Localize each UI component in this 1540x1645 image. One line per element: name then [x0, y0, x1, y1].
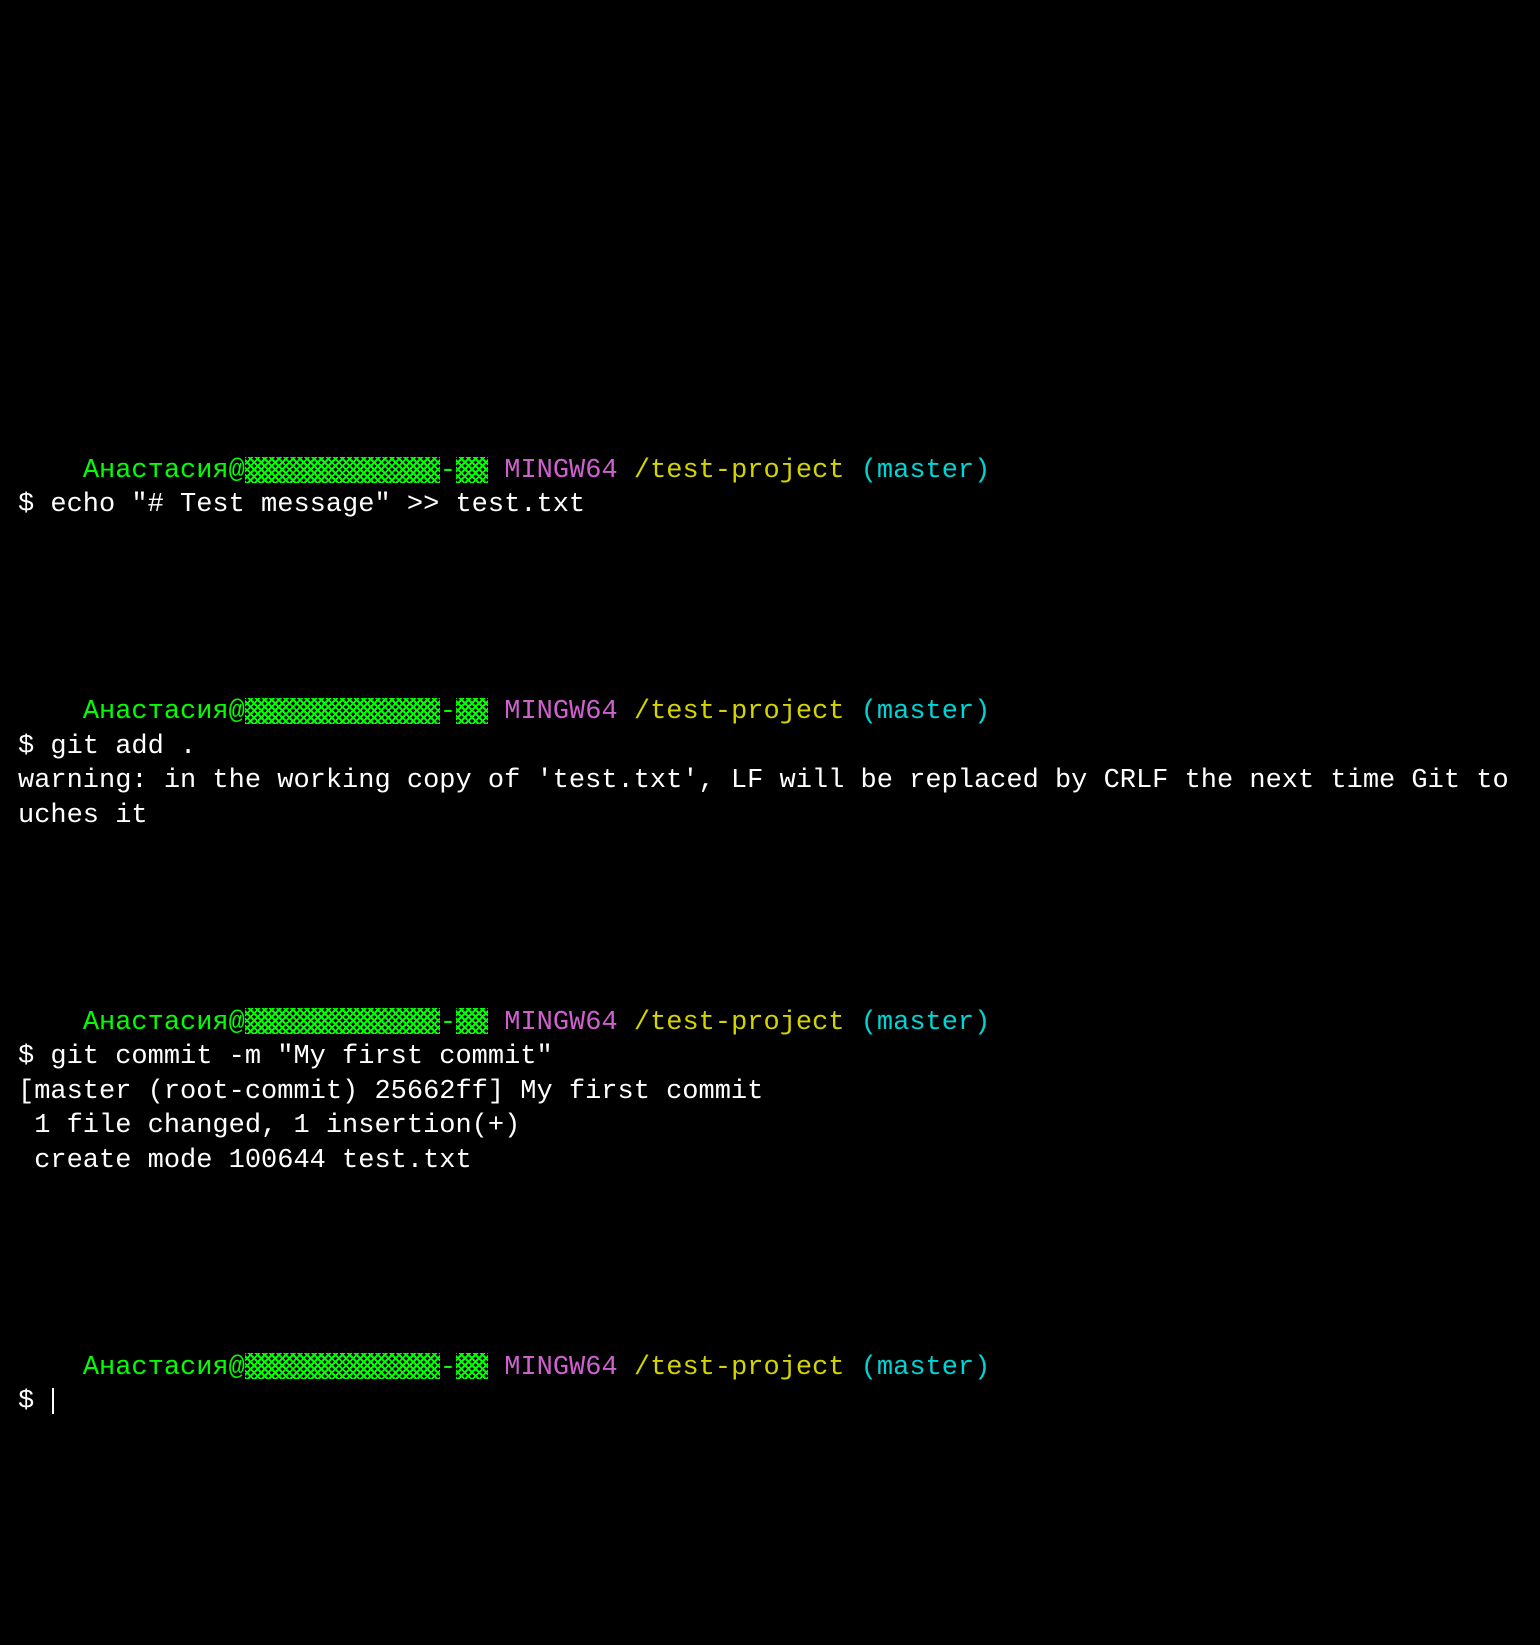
prompt-user: Анастасия: [83, 697, 229, 727]
command-text: git commit -m "My first commit": [50, 1042, 552, 1072]
command-block-3: Анастасия@ - MINGW64 /test-project (maste…: [18, 971, 1522, 1178]
prompt-at: @: [229, 1353, 245, 1383]
prompt-user: Анастасия: [83, 456, 229, 486]
command-block-4: Анастасия@ - MINGW64 /test-project (maste…: [18, 1316, 1522, 1420]
prompt-user: Анастасия: [83, 1353, 229, 1383]
prompt-dash: -: [440, 697, 456, 727]
prompt-shell: MINGW64: [504, 697, 617, 727]
prompt-at: @: [229, 1008, 245, 1038]
prompt-shell: MINGW64: [504, 456, 617, 486]
output-line: [master (root-commit) 25662ff] My first …: [18, 1077, 763, 1107]
prompt-branch: (master): [861, 1008, 991, 1038]
redacted-suffix: [456, 698, 488, 724]
command-text: git add .: [50, 732, 196, 762]
prompt-path: /test-project: [634, 1008, 845, 1038]
prompt-line: Анастасия@ - MINGW64 /test-project (maste…: [83, 1353, 991, 1383]
cursor: [52, 1388, 54, 1414]
prompt-at: @: [229, 697, 245, 727]
prompt-branch: (master): [861, 1353, 991, 1383]
prompt-line: Анастасия@ - MINGW64 /test-project (maste…: [83, 1008, 991, 1038]
redacted-hostname: [245, 1008, 440, 1034]
prompt-branch: (master): [861, 697, 991, 727]
redacted-suffix: [456, 1008, 488, 1034]
prompt-branch: (master): [861, 456, 991, 486]
prompt-dash: -: [440, 1353, 456, 1383]
prompt-symbol: $: [18, 732, 34, 762]
command-text: echo "# Test message" >> test.txt: [50, 490, 585, 520]
output-line: 1 file changed, 1 insertion(+): [18, 1111, 520, 1141]
redacted-suffix: [456, 457, 488, 483]
prompt-symbol: $: [18, 490, 34, 520]
redacted-suffix: [456, 1353, 488, 1379]
prompt-dash: -: [440, 1008, 456, 1038]
redacted-hostname: [245, 457, 440, 483]
prompt-shell: MINGW64: [504, 1353, 617, 1383]
prompt-at: @: [229, 456, 245, 486]
prompt-line: Анастасия@ - MINGW64 /test-project (maste…: [83, 697, 991, 727]
terminal-top-padding: [18, 156, 1522, 281]
prompt-dash: -: [440, 456, 456, 486]
terminal-output[interactable]: Анастасия@- MINGW64 /test-project (maste…: [18, 350, 1522, 1454]
prompt-symbol: $: [18, 1042, 34, 1072]
prompt-symbol: $: [18, 1387, 34, 1417]
output-line: create mode 100644 test.txt: [18, 1146, 472, 1176]
command-block-1: Анастасия@ - MINGW64 /test-project (maste…: [18, 419, 1522, 523]
output-line: warning: in the working copy of 'test.tx…: [18, 766, 1509, 831]
prompt-path: /test-project: [634, 1353, 845, 1383]
prompt-line: Анастасия@ - MINGW64 /test-project (maste…: [83, 456, 991, 486]
prompt-path: /test-project: [634, 697, 845, 727]
redacted-hostname: [245, 698, 440, 724]
prompt-shell: MINGW64: [504, 1008, 617, 1038]
redacted-hostname: [245, 1353, 440, 1379]
prompt-path: /test-project: [634, 456, 845, 486]
prompt-user: Анастасия: [83, 1008, 229, 1038]
command-block-2: Анастасия@ - MINGW64 /test-project (maste…: [18, 661, 1522, 834]
